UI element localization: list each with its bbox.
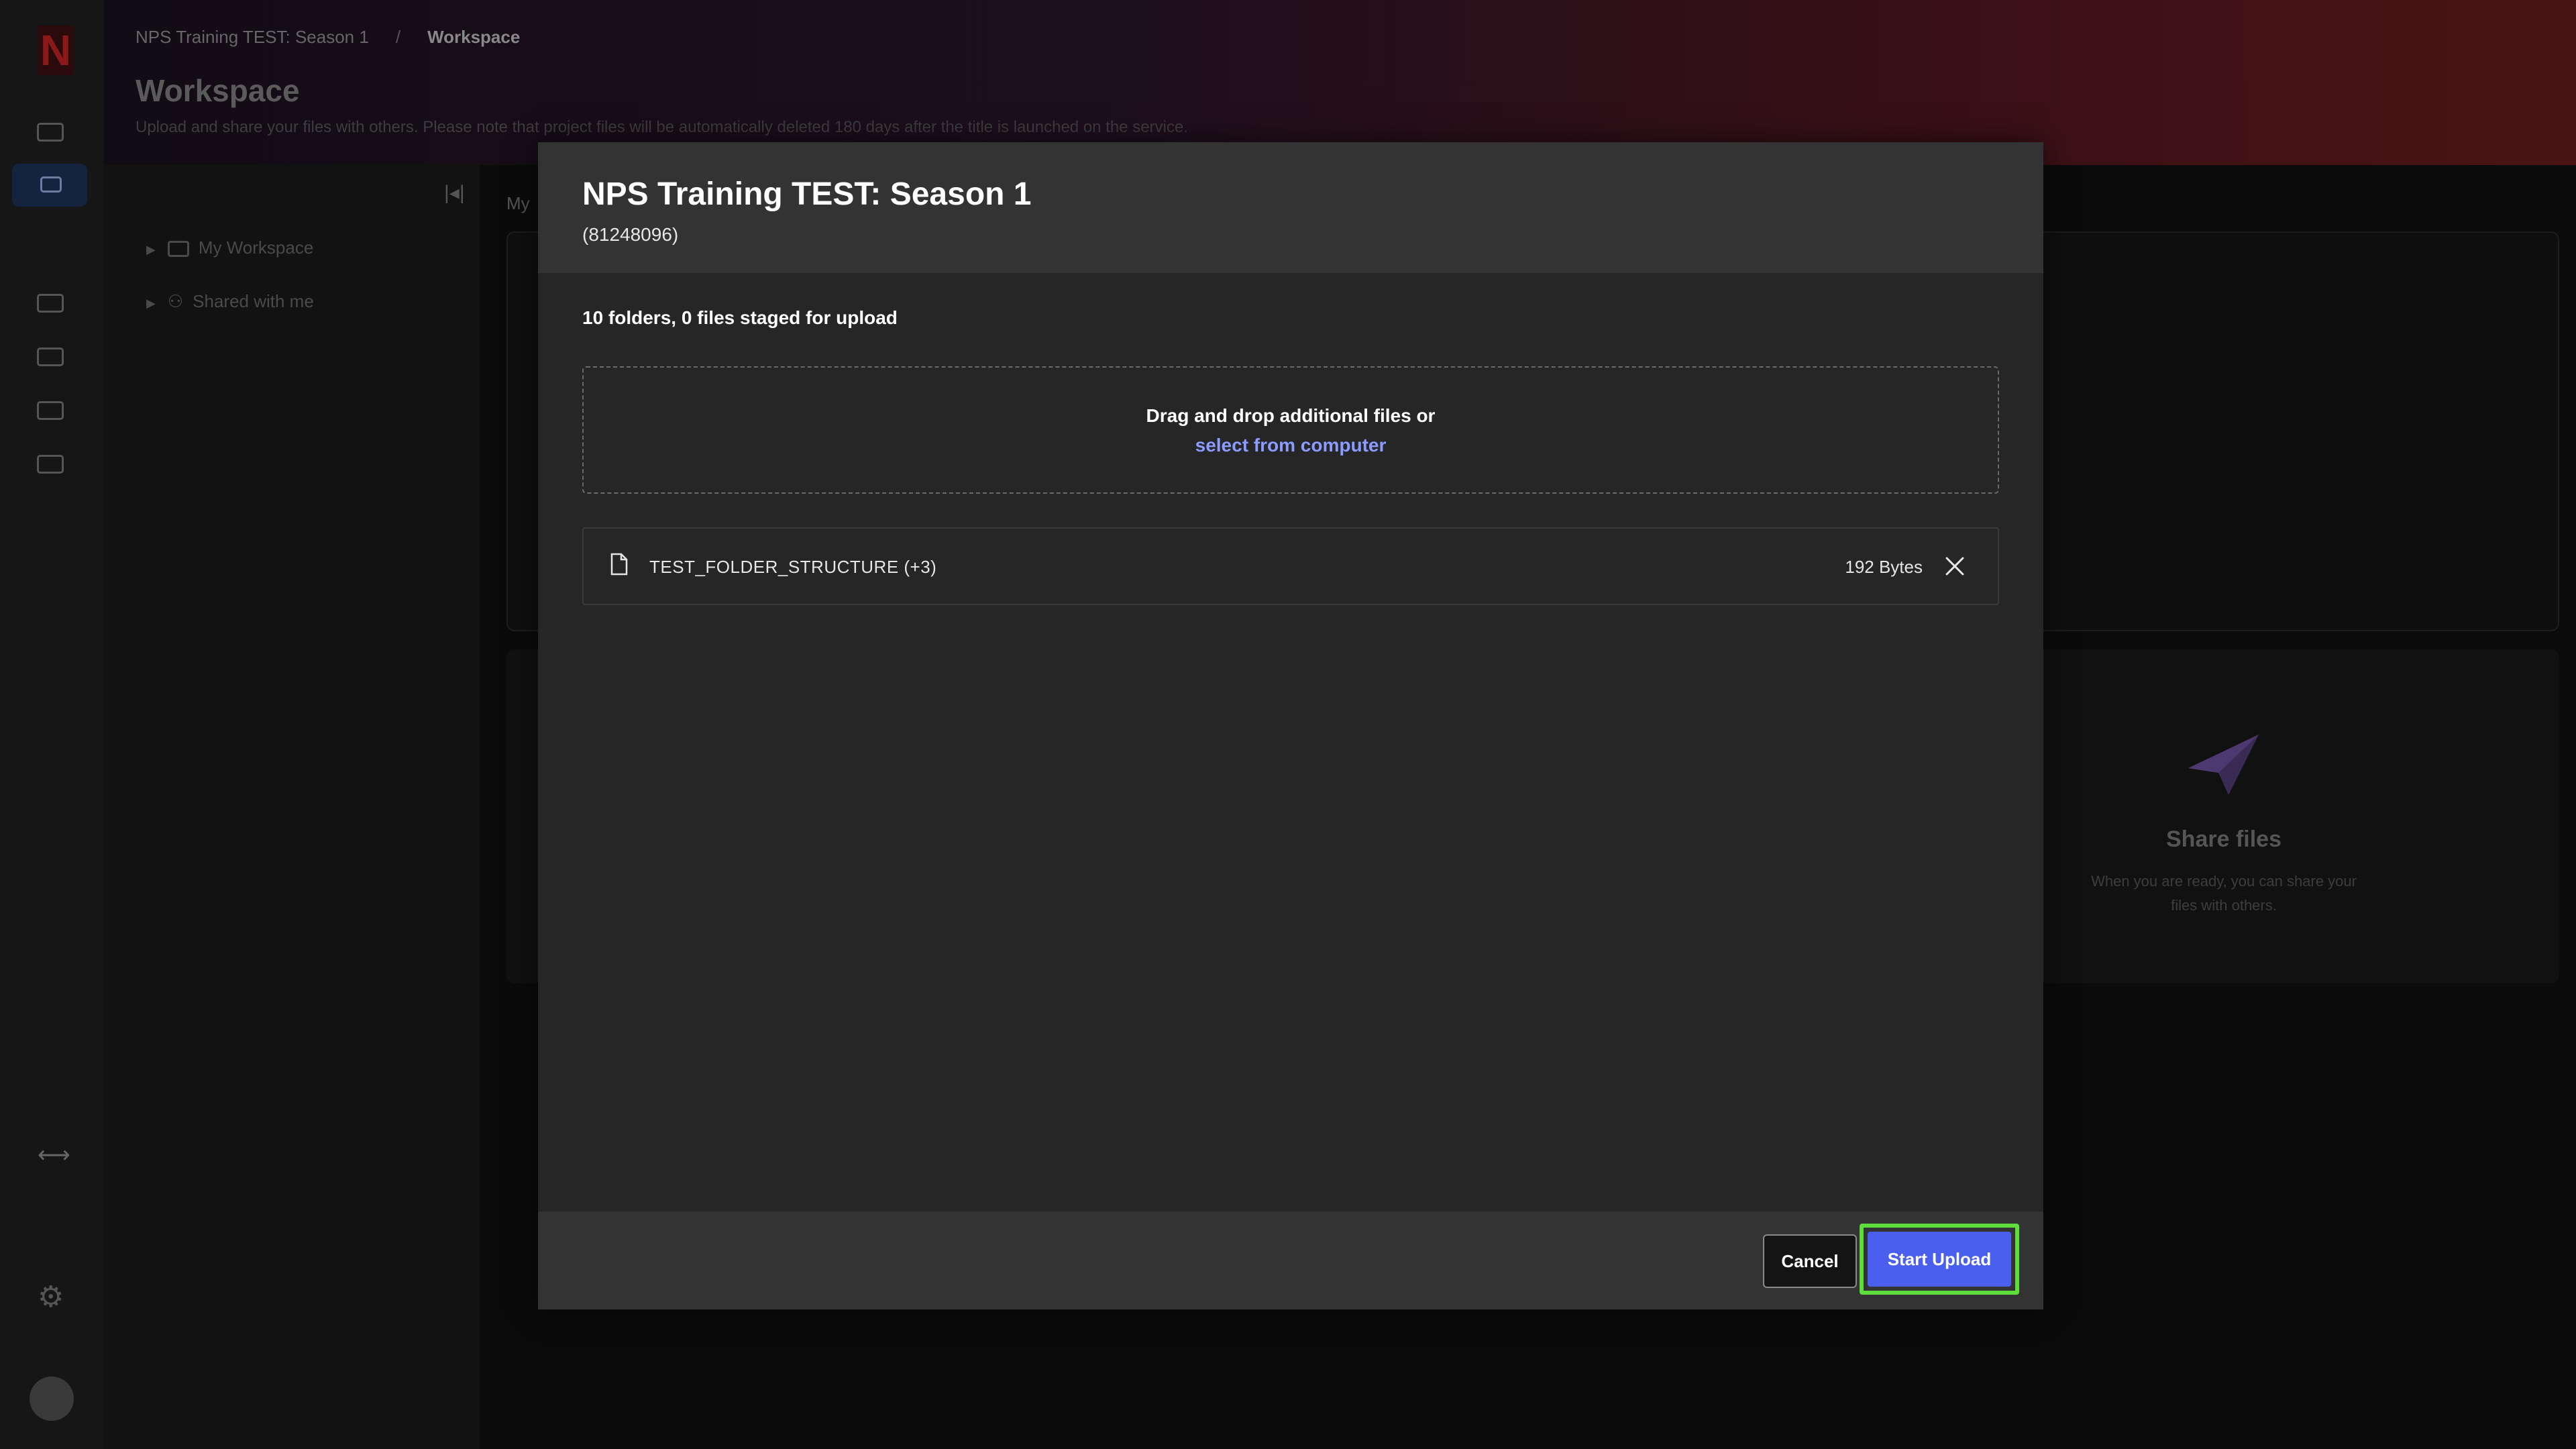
file-icon [610, 553, 628, 576]
modal-footer: Cancel Start Upload [538, 1212, 2043, 1309]
staged-file-row: TEST_FOLDER_STRUCTURE (+3) 192 Bytes [582, 527, 1999, 605]
start-upload-button[interactable]: Start Upload [1868, 1232, 2011, 1287]
upload-modal: NPS Training TEST: Season 1 (81248096) 1… [538, 142, 2043, 1309]
start-upload-highlight: Start Upload [1860, 1224, 2019, 1295]
close-icon[interactable] [1944, 555, 1966, 577]
staged-status: 10 folders, 0 files staged for upload [582, 307, 898, 328]
modal-title-id: (81248096) [582, 224, 679, 245]
cancel-button[interactable]: Cancel [1763, 1234, 1857, 1288]
select-from-computer-link[interactable]: select from computer [584, 435, 1998, 456]
modal-title: NPS Training TEST: Season 1 [582, 176, 1032, 212]
file-name: TEST_FOLDER_STRUCTURE (+3) [649, 557, 937, 577]
modal-header: NPS Training TEST: Season 1 (81248096) [538, 142, 2043, 273]
drop-zone[interactable]: Drag and drop additional files or select… [582, 366, 1999, 494]
file-size: 192 Bytes [1845, 557, 1923, 577]
drop-zone-text: Drag and drop additional files or [1146, 405, 1436, 426]
